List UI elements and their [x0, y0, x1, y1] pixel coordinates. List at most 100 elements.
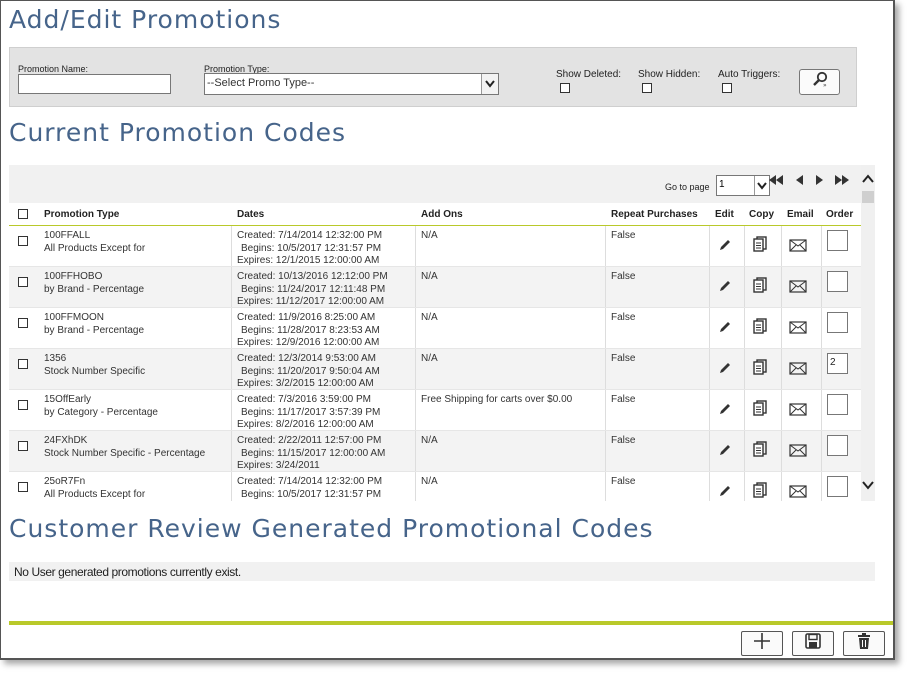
grid-scrollbar[interactable]: [861, 165, 875, 501]
promo-code: 15OffEarly: [44, 394, 92, 405]
order-input[interactable]: [827, 230, 848, 251]
promo-type: Stock Number Specific - Percentage: [44, 447, 206, 459]
row-select-checkbox[interactable]: [18, 359, 28, 369]
expires-date: Expires: 3/2/2015 12:00:00 AM: [237, 378, 374, 389]
row-select-checkbox[interactable]: [18, 482, 28, 492]
order-input[interactable]: [827, 476, 848, 497]
show-hidden-checkbox[interactable]: [642, 83, 652, 93]
promotion-type-select[interactable]: --Select Promo Type--: [204, 73, 499, 95]
column-repeat-purchases[interactable]: Repeat Purchases: [611, 209, 698, 220]
order-input[interactable]: [827, 271, 848, 292]
page-select-value: 1: [719, 179, 725, 190]
copy-icon[interactable]: [753, 359, 767, 380]
copy-icon[interactable]: [753, 236, 767, 257]
edit-pencil-icon[interactable]: [718, 238, 732, 257]
table-row: 100FFALL All Products Except for Created: …: [9, 226, 861, 267]
expires-date: Expires: 12/1/2015 12:00:00 AM: [237, 255, 380, 266]
begins-date: Begins: 11/17/2017 3:57:39 PM: [241, 406, 381, 418]
promotion-type-value: --Select Promo Type--: [207, 77, 315, 89]
edit-pencil-icon[interactable]: [718, 484, 732, 501]
search-button[interactable]: »: [799, 69, 840, 95]
row-select-checkbox[interactable]: [18, 277, 28, 287]
created-date: Created: 10/13/2016 12:12:00 PM: [237, 271, 388, 282]
copy-icon[interactable]: [753, 318, 767, 339]
column-email: Email: [787, 209, 814, 220]
show-hidden-label: Show Hidden:: [638, 69, 701, 80]
column-add-ons[interactable]: Add Ons: [421, 209, 463, 220]
begins-date: Begins: 11/15/2017 12:00:00 AM: [241, 447, 386, 459]
promotion-name-label: Promotion Name:: [18, 64, 89, 74]
page-select[interactable]: 1: [716, 175, 770, 196]
pager-bar: Go to page 1: [9, 165, 861, 203]
created-date: Created: 7/14/2014 12:32:00 PM: [237, 476, 383, 487]
column-order: Order: [826, 209, 854, 220]
row-select-checkbox[interactable]: [18, 318, 28, 328]
first-page-icon[interactable]: [767, 173, 785, 191]
begins-date: Begins: 10/5/2017 12:31:57 PM: [241, 488, 382, 500]
order-input[interactable]: [827, 312, 848, 333]
email-icon[interactable]: [789, 239, 807, 257]
auto-triggers-checkbox[interactable]: [722, 83, 732, 93]
add-ons-value: N/A: [421, 435, 438, 446]
scroll-thumb[interactable]: [862, 191, 874, 203]
scroll-up-icon[interactable]: [862, 171, 874, 189]
save-button[interactable]: [792, 631, 834, 656]
table-row: 15OffEarly by Category - Percentage Create…: [9, 390, 861, 431]
repeat-purchases-value: False: [611, 353, 636, 364]
email-icon[interactable]: [789, 321, 807, 339]
add-button[interactable]: [741, 631, 783, 656]
last-page-icon[interactable]: [833, 173, 851, 191]
repeat-purchases-value: False: [611, 230, 636, 241]
edit-pencil-icon[interactable]: [718, 279, 732, 298]
scroll-down-icon[interactable]: [862, 477, 874, 495]
search-icon: »: [810, 71, 830, 94]
promotion-name-input[interactable]: [18, 74, 171, 94]
email-icon[interactable]: [789, 280, 807, 298]
copy-icon[interactable]: [753, 400, 767, 421]
promo-type: All Products Except for: [44, 242, 146, 254]
filter-panel: Promotion Name: Promotion Type: --Select…: [9, 47, 857, 107]
column-dates[interactable]: Dates: [237, 209, 264, 220]
save-icon: [804, 632, 822, 655]
copy-icon[interactable]: [753, 482, 767, 501]
email-icon[interactable]: [789, 403, 807, 421]
previous-page-icon[interactable]: [793, 173, 805, 191]
email-icon[interactable]: [789, 485, 807, 501]
edit-pencil-icon[interactable]: [718, 402, 732, 421]
add-ons-value: N/A: [421, 271, 438, 282]
show-deleted-checkbox[interactable]: [560, 83, 570, 93]
column-copy: Copy: [749, 209, 774, 220]
row-select-checkbox[interactable]: [18, 441, 28, 451]
table-row: 25oR7Fn All Products Except for Created: 7…: [9, 472, 861, 501]
select-all-checkbox[interactable]: [18, 209, 28, 219]
begins-date: Begins: 11/24/2017 12:11:48 PM: [241, 283, 386, 295]
edit-pencil-icon[interactable]: [718, 443, 732, 462]
created-date: Created: 12/3/2014 9:53:00 AM: [237, 353, 376, 364]
order-input[interactable]: 2: [827, 353, 848, 374]
email-icon[interactable]: [789, 362, 807, 380]
created-date: Created: 11/9/2016 8:25:00 AM: [237, 312, 376, 323]
repeat-purchases-value: False: [611, 435, 636, 446]
copy-icon[interactable]: [753, 277, 767, 298]
add-ons-value: N/A: [421, 476, 438, 487]
order-input[interactable]: [827, 435, 848, 456]
expires-date: Expires: 11/12/2017 12:00:00 AM: [237, 296, 385, 307]
next-page-icon[interactable]: [814, 173, 826, 191]
edit-pencil-icon[interactable]: [718, 361, 732, 380]
delete-button[interactable]: [843, 631, 885, 656]
current-codes-title: Current Promotion Codes: [9, 118, 347, 147]
order-input[interactable]: [827, 394, 848, 415]
row-select-checkbox[interactable]: [18, 236, 28, 246]
email-icon[interactable]: [789, 444, 807, 462]
begins-date: Begins: 10/5/2017 12:31:57 PM: [241, 242, 382, 254]
copy-icon[interactable]: [753, 441, 767, 462]
trash-icon: [856, 632, 872, 655]
page-title: Add/Edit Promotions: [9, 5, 282, 34]
row-select-checkbox[interactable]: [18, 400, 28, 410]
column-promotion-type[interactable]: Promotion Type: [44, 209, 119, 220]
promo-code: 24FXhDK: [44, 435, 88, 446]
promo-type: Stock Number Specific: [44, 365, 146, 377]
edit-pencil-icon[interactable]: [718, 320, 732, 339]
table-row: 100FFMOON by Brand - Percentage Created: 1…: [9, 308, 861, 349]
repeat-purchases-value: False: [611, 312, 636, 323]
